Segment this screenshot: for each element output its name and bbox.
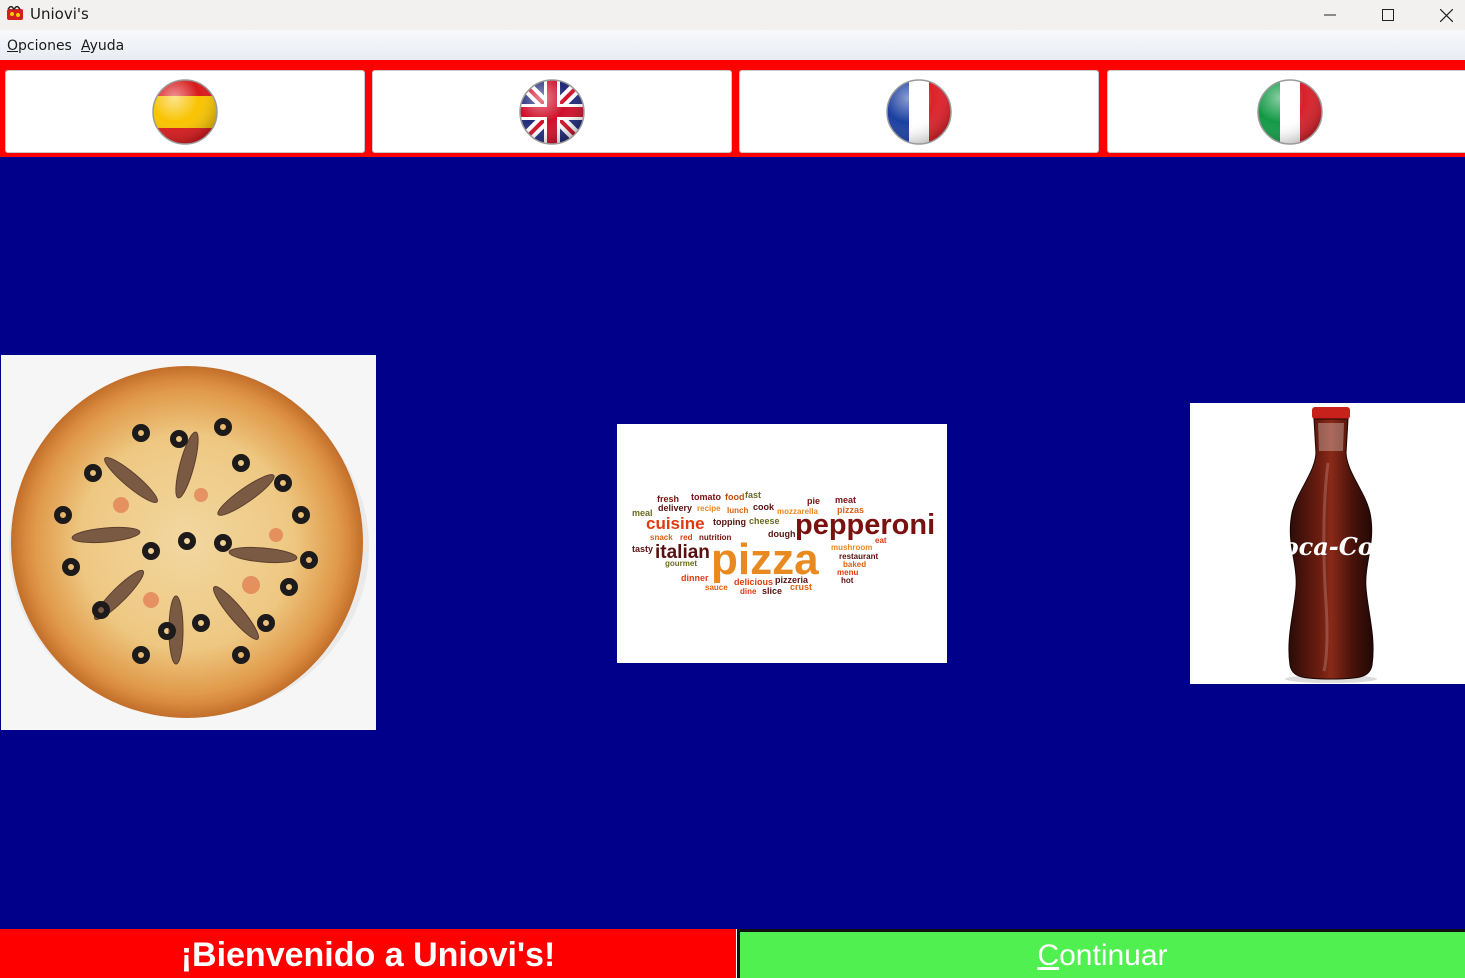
- minimize-icon: [1324, 14, 1336, 16]
- italian-language-button[interactable]: [1107, 70, 1465, 153]
- close-icon: [1439, 8, 1453, 22]
- main-panel: fresh tomato food fast meal delivery rec…: [0, 157, 1465, 929]
- maximize-icon: [1382, 9, 1394, 21]
- menu-ayuda[interactable]: Ayuda: [81, 38, 124, 54]
- word-cloud-word: tomato: [691, 492, 721, 502]
- french-flag-icon: [886, 78, 952, 145]
- app-logo-icon: [7, 6, 23, 20]
- word-cloud-cuisine: cuisine: [646, 514, 705, 533]
- word-cloud-word: dinner: [681, 573, 709, 583]
- english-language-button[interactable]: [372, 70, 732, 153]
- word-cloud-word: eat: [875, 536, 887, 545]
- menu-opciones[interactable]: Opciones: [7, 38, 72, 54]
- uk-flag-icon: [519, 78, 585, 145]
- language-bar: [0, 60, 1465, 157]
- word-cloud-word: snack: [650, 533, 673, 542]
- continue-button[interactable]: Continuar: [737, 929, 1465, 978]
- word-cloud-word: slice: [762, 586, 782, 596]
- coca-cola-logo: Coca-Cola: [1263, 532, 1398, 561]
- title-bar: Uniovi's: [0, 0, 1465, 30]
- french-language-button[interactable]: [739, 70, 1099, 153]
- word-cloud-word: sauce: [705, 583, 728, 592]
- pizza-word-cloud-image[interactable]: fresh tomato food fast meal delivery rec…: [617, 424, 947, 663]
- word-cloud-word: dine: [740, 587, 757, 596]
- word-cloud-word: topping: [713, 517, 746, 527]
- pizza-illustration: [1, 355, 376, 730]
- close-button[interactable]: [1417, 0, 1465, 30]
- word-cloud-word: tasty: [632, 544, 653, 554]
- word-cloud-word: cook: [753, 502, 775, 512]
- minimize-button[interactable]: [1301, 0, 1359, 30]
- word-cloud-word: food: [725, 492, 745, 502]
- word-cloud-word: gourmet: [665, 559, 697, 568]
- word-cloud-word: lunch: [727, 506, 748, 515]
- word-cloud-word: fast: [745, 490, 761, 500]
- word-cloud-word: hot: [841, 576, 854, 585]
- word-cloud-word: mushroom: [831, 543, 872, 552]
- italian-flag-icon: [1256, 78, 1323, 145]
- coca-cola-image[interactable]: Coca-Cola: [1190, 403, 1465, 684]
- pizza-image[interactable]: [1, 355, 376, 730]
- maximize-button[interactable]: [1359, 0, 1417, 30]
- word-cloud-word: recipe: [697, 504, 721, 513]
- menu-bar: Opciones Ayuda: [0, 30, 1465, 60]
- word-cloud-word: cheese: [749, 516, 780, 526]
- word-cloud-word: delivery: [658, 503, 692, 513]
- welcome-banner: ¡Bienvenido a Uniovi's!: [0, 929, 736, 978]
- word-cloud-word: pie: [807, 496, 820, 506]
- word-cloud-word: red: [680, 533, 693, 542]
- word-cloud-illustration: fresh tomato food fast meal delivery rec…: [617, 424, 947, 663]
- coca-cola-bottle-illustration: Coca-Cola: [1190, 403, 1465, 684]
- window-title: Uniovi's: [30, 5, 89, 23]
- word-cloud-word: crust: [790, 582, 812, 592]
- word-cloud-word: meat: [835, 495, 856, 505]
- spanish-language-button[interactable]: [5, 70, 365, 153]
- spanish-flag-icon: [152, 78, 218, 145]
